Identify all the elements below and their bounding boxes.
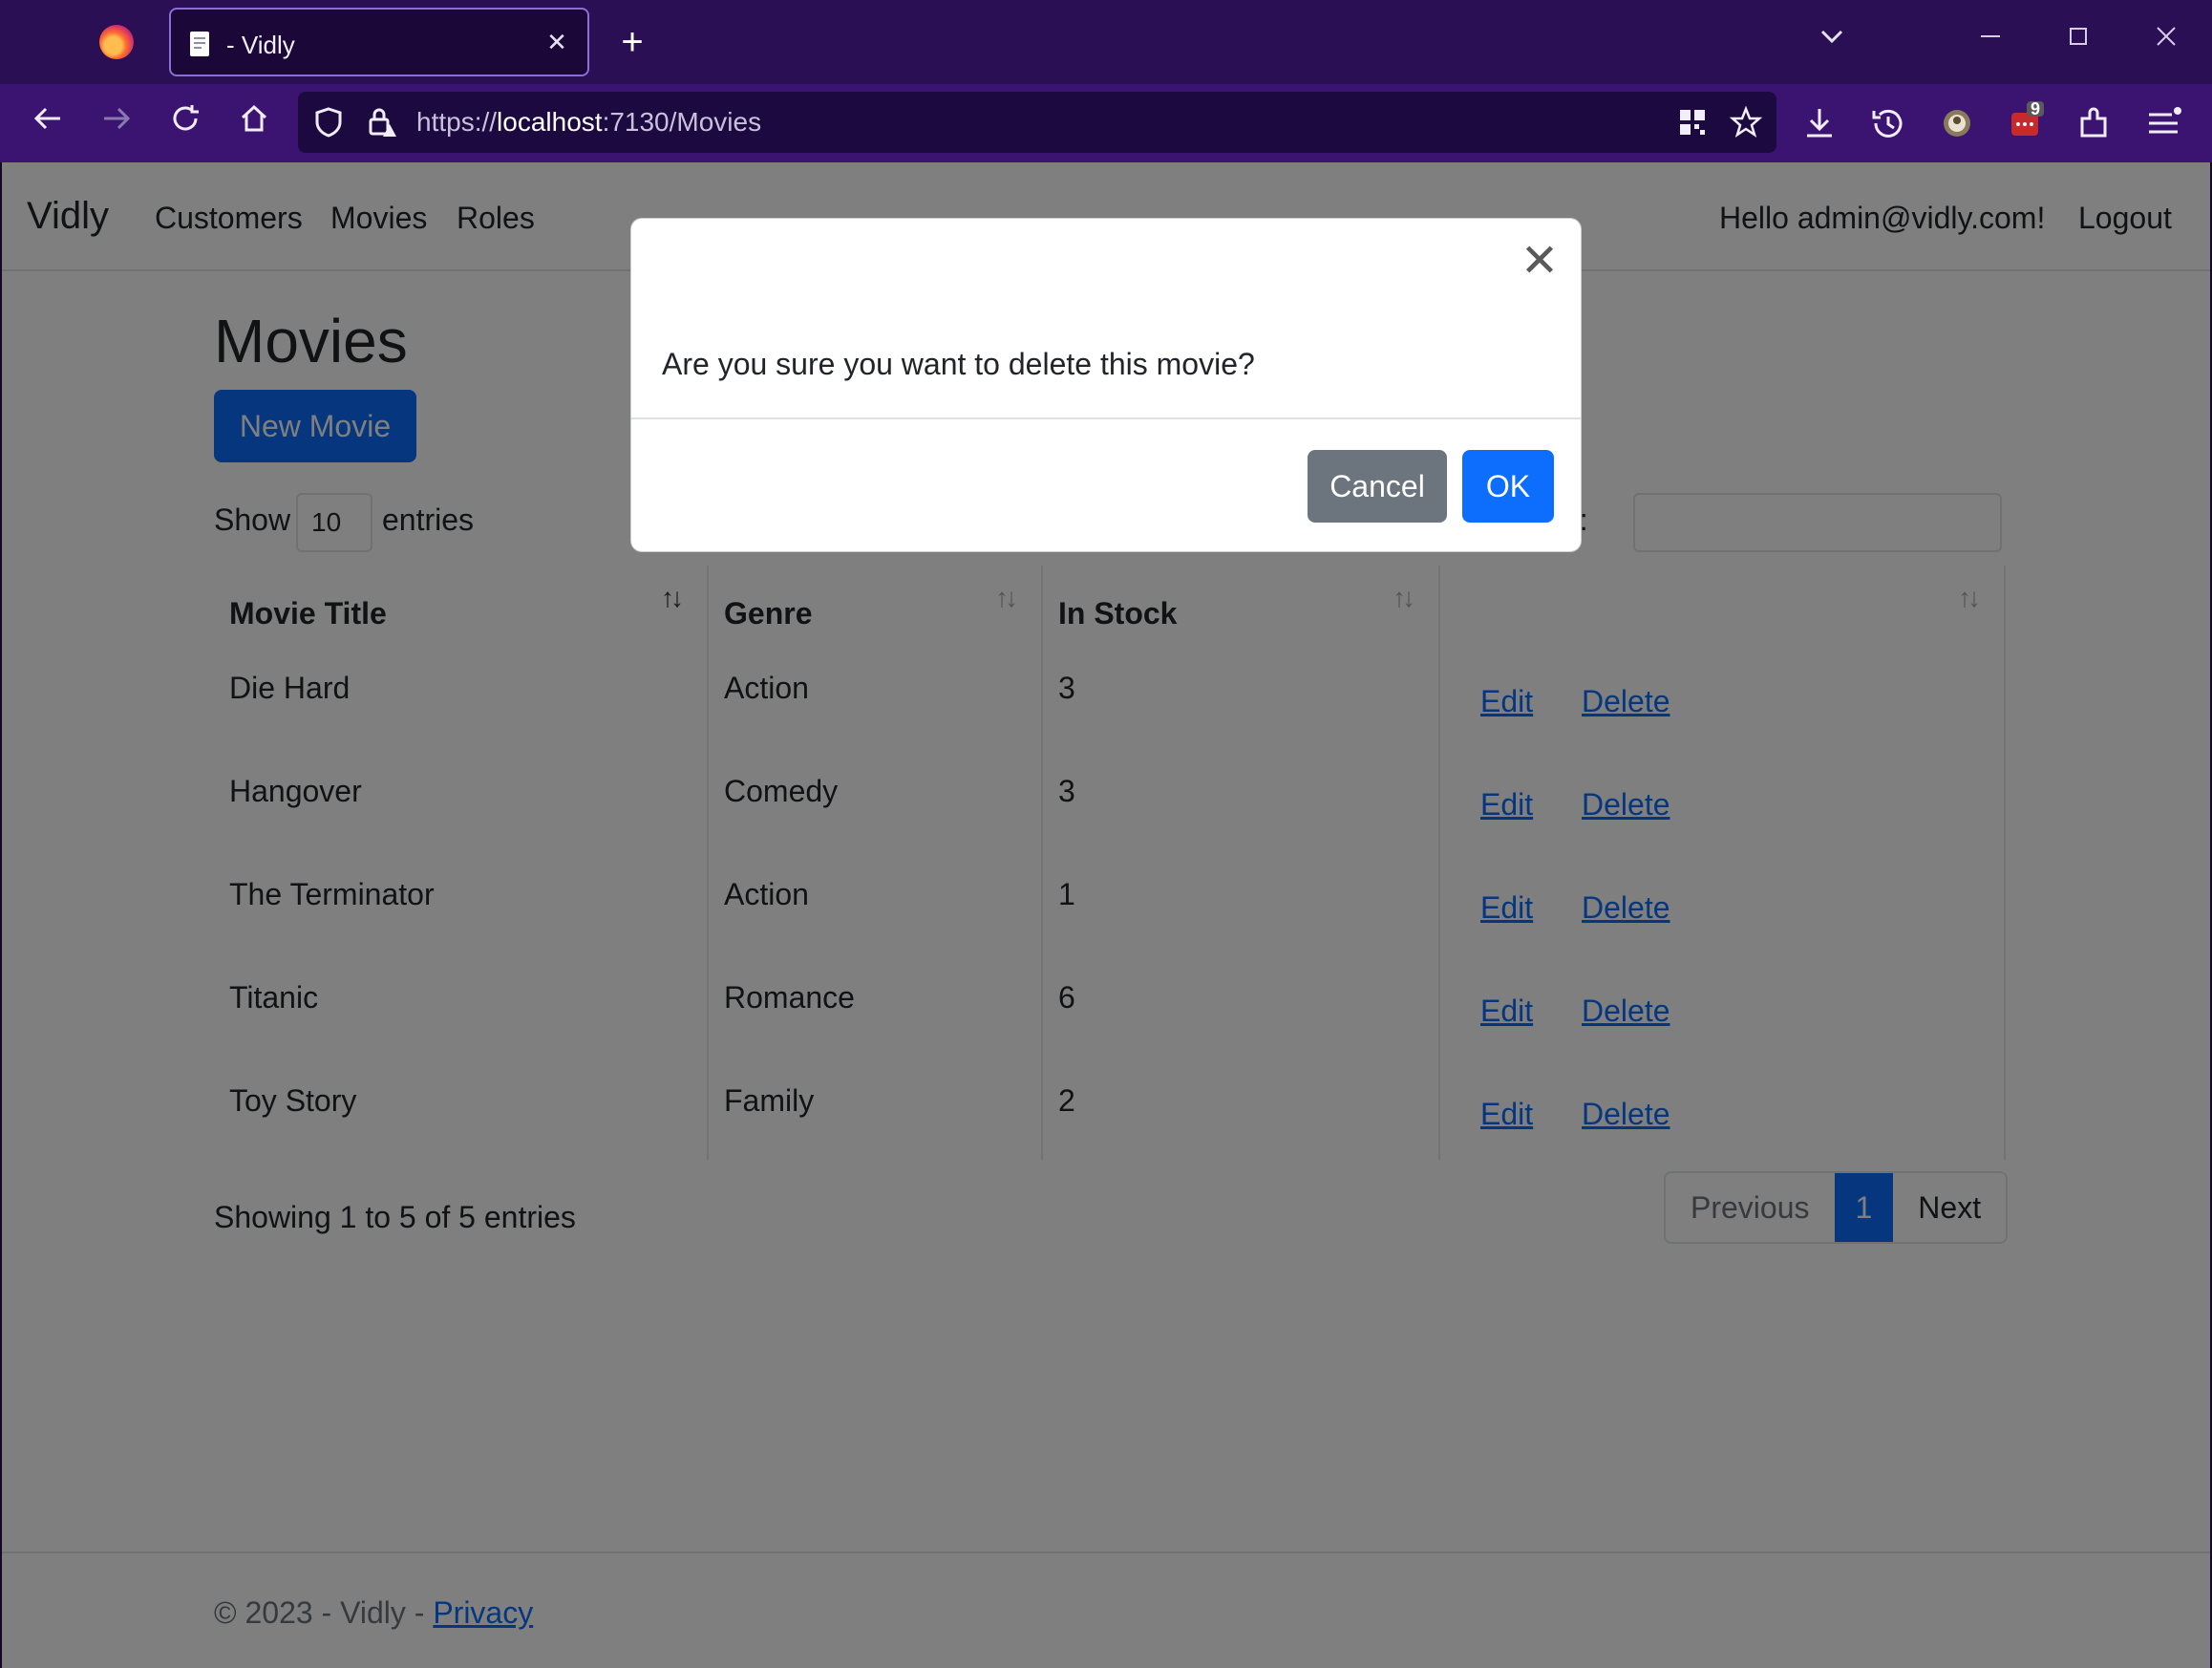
browser-tab-bar: - Vidly ✕ +	[0, 0, 2212, 84]
browser-tab[interactable]: - Vidly ✕	[169, 8, 589, 76]
download-icon[interactable]	[1796, 99, 1843, 147]
cancel-button[interactable]: Cancel	[1308, 450, 1447, 523]
address-bar[interactable]: https://localhost:7130/Movies	[298, 92, 1776, 153]
delete-confirm-dialog: ✕ Are you sure you want to delete this m…	[630, 218, 1582, 552]
extension-badge-count: 9	[2031, 99, 2041, 118]
bookmark-star-icon[interactable]	[1729, 105, 1763, 139]
lock-warning-icon[interactable]	[365, 105, 399, 139]
new-tab-icon[interactable]: +	[611, 21, 653, 63]
list-all-tabs-icon[interactable]	[1809, 19, 1855, 65]
menu-icon[interactable]	[2139, 99, 2187, 147]
forward-icon[interactable]	[94, 101, 139, 147]
url-text: https://localhost:7130/Movies	[416, 107, 762, 137]
browser-toolbar: https://localhost:7130/Movies 9	[0, 84, 2212, 162]
window-close-icon[interactable]	[2143, 19, 2189, 65]
close-icon[interactable]: ✕	[1516, 238, 1563, 286]
minimize-icon[interactable]	[1967, 19, 2013, 65]
ok-button[interactable]: OK	[1462, 450, 1554, 523]
page-icon	[190, 32, 209, 56]
account-icon[interactable]	[1933, 99, 1981, 147]
tab-title: - Vidly	[226, 31, 295, 59]
extensions-puzzle-icon[interactable]	[2071, 99, 2118, 147]
dialog-divider	[631, 417, 1581, 419]
dialog-message: Are you sure you want to delete this mov…	[662, 347, 1255, 381]
history-icon[interactable]	[1864, 99, 1912, 147]
tab-close-icon[interactable]: ✕	[540, 25, 574, 59]
reload-icon[interactable]	[162, 101, 208, 147]
maximize-icon[interactable]	[2055, 19, 2101, 65]
home-icon[interactable]	[231, 101, 277, 147]
qr-code-icon[interactable]	[1675, 105, 1710, 139]
back-icon[interactable]	[25, 101, 71, 147]
shield-icon[interactable]	[311, 105, 346, 139]
extension-badge-icon[interactable]	[2002, 99, 2050, 147]
firefox-logo-icon[interactable]	[99, 25, 134, 59]
